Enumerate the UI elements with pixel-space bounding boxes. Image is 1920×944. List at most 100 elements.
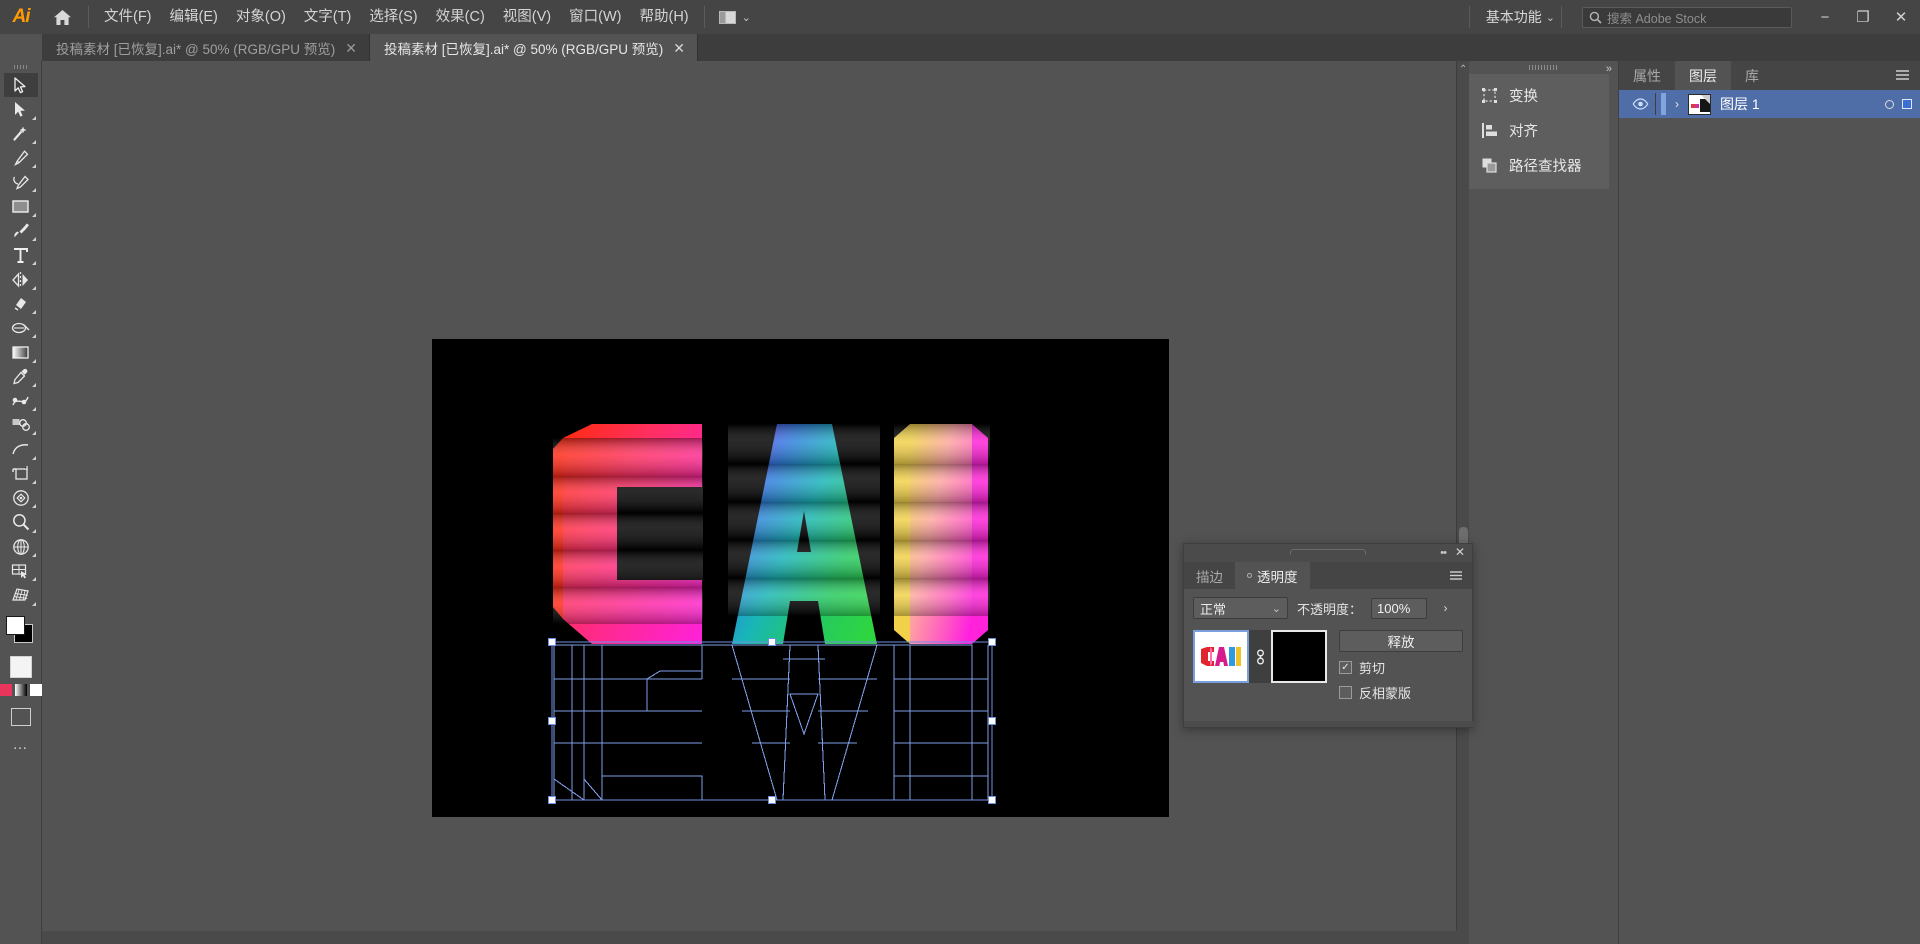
selection-tool[interactable] bbox=[3, 73, 38, 98]
line-segment-tool[interactable] bbox=[4, 437, 38, 461]
collapsed-dock: » 变换 对齐 路径查找器 bbox=[1469, 61, 1619, 944]
tab-stroke[interactable]: 描边 bbox=[1184, 562, 1235, 589]
gradient-swatch-icon[interactable] bbox=[14, 683, 27, 696]
perspective-grid-tool[interactable] bbox=[4, 535, 38, 559]
workspace-chevron-down-icon[interactable]: ⌄ bbox=[1546, 11, 1555, 24]
dock-grip[interactable] bbox=[1469, 61, 1618, 74]
eyedropper-tool[interactable] bbox=[4, 365, 38, 389]
close-button[interactable]: ✕ bbox=[1882, 0, 1920, 34]
eye-icon[interactable] bbox=[1625, 98, 1655, 110]
invert-mask-checkbox-row[interactable]: 反相蒙版 bbox=[1339, 683, 1463, 702]
menu-select[interactable]: 选择(S) bbox=[360, 4, 426, 30]
minimize-button[interactable]: − bbox=[1806, 0, 1844, 34]
fill-stroke-swatches[interactable] bbox=[4, 614, 38, 648]
tab-layers[interactable]: 图层 bbox=[1675, 61, 1731, 90]
layer-name[interactable]: 图层 1 bbox=[1720, 94, 1885, 114]
curvature-tool[interactable] bbox=[4, 170, 38, 194]
blend-mode-select[interactable]: 正常 ⌄ bbox=[1193, 597, 1288, 619]
transparency-panel[interactable]: •• ✕ 描边 透明度 正常 ⌄ 不透明度： 100% › 释放 ✓ 剪切 反相… bbox=[1183, 543, 1474, 728]
tab-libraries[interactable]: 库 bbox=[1731, 61, 1773, 90]
artwork-thumbnail[interactable] bbox=[1193, 630, 1249, 683]
menu-view[interactable]: 视图(V) bbox=[494, 4, 560, 30]
symbol-sprayer-tool[interactable] bbox=[4, 413, 38, 437]
mesh-tool[interactable] bbox=[4, 583, 38, 607]
edit-toolbar-icon[interactable]: … bbox=[13, 736, 29, 753]
document-tab-2[interactable]: 投稿素材 [已恢复].ai* @ 50% (RGB/GPU 预览) ✕ bbox=[369, 34, 698, 61]
home-icon[interactable] bbox=[42, 0, 82, 34]
table-row[interactable]: › 图层 1 bbox=[1619, 90, 1920, 118]
tab-transparency[interactable]: 透明度 bbox=[1235, 562, 1310, 589]
panel-resize-strip[interactable] bbox=[1184, 721, 1474, 727]
transparency-panel-menu-icon[interactable] bbox=[1449, 568, 1463, 586]
artboard-tool[interactable] bbox=[4, 462, 38, 486]
canvas-vertical-scrollbar[interactable]: ⌃ bbox=[1456, 61, 1469, 944]
reflect-tool[interactable] bbox=[4, 267, 38, 291]
canvas-area[interactable]: ⌃ bbox=[42, 61, 1469, 944]
panel-options-icon[interactable]: •• bbox=[1440, 547, 1447, 559]
menu-effect[interactable]: 效果(C) bbox=[427, 4, 494, 30]
magic-wand-tool[interactable] bbox=[4, 122, 38, 146]
none-swatch-icon[interactable] bbox=[29, 683, 42, 696]
default-fill-stroke-icon[interactable] bbox=[9, 655, 32, 678]
layer-select-square-icon[interactable] bbox=[1902, 99, 1912, 109]
document-tab-2-close-icon[interactable]: ✕ bbox=[673, 41, 685, 55]
workspace-switcher-label[interactable]: 基本功能 bbox=[1476, 7, 1546, 27]
tab-properties[interactable]: 属性 bbox=[1619, 61, 1675, 90]
width-tool[interactable] bbox=[4, 316, 38, 340]
zoom-tool[interactable] bbox=[4, 510, 38, 534]
dock-collapse-icon[interactable]: » bbox=[1606, 63, 1612, 75]
menu-object[interactable]: 对象(O) bbox=[227, 4, 295, 30]
opacity-stepper-arrow-icon[interactable]: › bbox=[1436, 598, 1455, 619]
fill-color-swatch[interactable] bbox=[5, 615, 25, 635]
dock-item-pathfinder[interactable]: 路径查找器 bbox=[1469, 148, 1609, 183]
document-tab-1-title: 投稿素材 [已恢复].ai* @ 50% (RGB/GPU 预览) bbox=[56, 41, 336, 57]
arrange-documents-button[interactable]: ⌄ bbox=[711, 10, 759, 24]
restore-button[interactable]: ❐ bbox=[1844, 0, 1882, 34]
flyout-corner-icon bbox=[31, 334, 36, 339]
clip-checkbox-row[interactable]: ✓ 剪切 bbox=[1339, 658, 1463, 677]
scroll-up-arrow-icon[interactable]: ⌃ bbox=[1459, 64, 1467, 75]
target-circle-icon[interactable] bbox=[1885, 99, 1894, 109]
tools-panel-grip[interactable] bbox=[0, 61, 41, 73]
panel-drag-grip[interactable] bbox=[1290, 549, 1366, 555]
pen-tool[interactable] bbox=[4, 146, 38, 170]
color-swatch-icon[interactable] bbox=[0, 683, 12, 696]
type-tool[interactable] bbox=[4, 243, 38, 267]
menu-window[interactable]: 窗口(W) bbox=[560, 4, 630, 30]
document-tab-1-close-icon[interactable]: ✕ bbox=[345, 41, 357, 55]
shaper-tool[interactable] bbox=[4, 292, 38, 316]
direct-selection-tool[interactable] bbox=[4, 97, 38, 121]
link-icon[interactable] bbox=[1249, 630, 1271, 683]
canvas-horizontal-scrollbar[interactable] bbox=[42, 931, 1469, 944]
document-tab-bar: 投稿素材 [已恢复].ai* @ 50% (RGB/GPU 预览) ✕ 投稿素材… bbox=[0, 34, 1920, 61]
menu-file[interactable]: 文件(F) bbox=[95, 4, 161, 30]
opacity-mask-thumbnail[interactable] bbox=[1271, 630, 1327, 683]
dock-item-align-label: 对齐 bbox=[1509, 124, 1538, 140]
artboard[interactable] bbox=[432, 339, 1169, 817]
release-button[interactable]: 释放 bbox=[1339, 630, 1463, 652]
rectangle-tool[interactable] bbox=[4, 194, 38, 218]
opacity-input[interactable]: 100% bbox=[1371, 597, 1428, 619]
menu-type[interactable]: 文字(T) bbox=[295, 4, 361, 30]
gradient-tool[interactable] bbox=[4, 340, 38, 364]
chevron-right-icon[interactable]: › bbox=[1666, 97, 1688, 111]
dock-item-transform[interactable]: 变换 bbox=[1469, 78, 1609, 113]
menu-divider-3 bbox=[1468, 6, 1470, 28]
invert-mask-checkbox[interactable] bbox=[1339, 686, 1352, 699]
right-panel-tabs: 属性 图层 库 bbox=[1619, 61, 1920, 90]
menu-help[interactable]: 帮助(H) bbox=[630, 4, 697, 30]
screen-mode-icon[interactable] bbox=[10, 707, 31, 726]
transparency-panel-titlebar[interactable]: •• ✕ bbox=[1184, 544, 1472, 562]
blend-tool[interactable] bbox=[4, 389, 38, 413]
flyout-corner-icon bbox=[31, 309, 36, 314]
close-icon[interactable]: ✕ bbox=[1455, 546, 1465, 558]
slice-tool[interactable] bbox=[4, 559, 38, 583]
document-tab-1[interactable]: 投稿素材 [已恢复].ai* @ 50% (RGB/GPU 预览) ✕ bbox=[42, 34, 370, 61]
panel-menu-icon[interactable] bbox=[1895, 68, 1910, 86]
dock-item-align[interactable]: 对齐 bbox=[1469, 113, 1609, 148]
clip-checkbox[interactable]: ✓ bbox=[1339, 661, 1352, 674]
menu-edit[interactable]: 编辑(E) bbox=[161, 4, 227, 30]
rotate-tool[interactable] bbox=[4, 486, 38, 510]
search-input[interactable]: 搜索 Adobe Stock bbox=[1582, 6, 1792, 28]
paintbrush-tool[interactable] bbox=[4, 219, 38, 243]
